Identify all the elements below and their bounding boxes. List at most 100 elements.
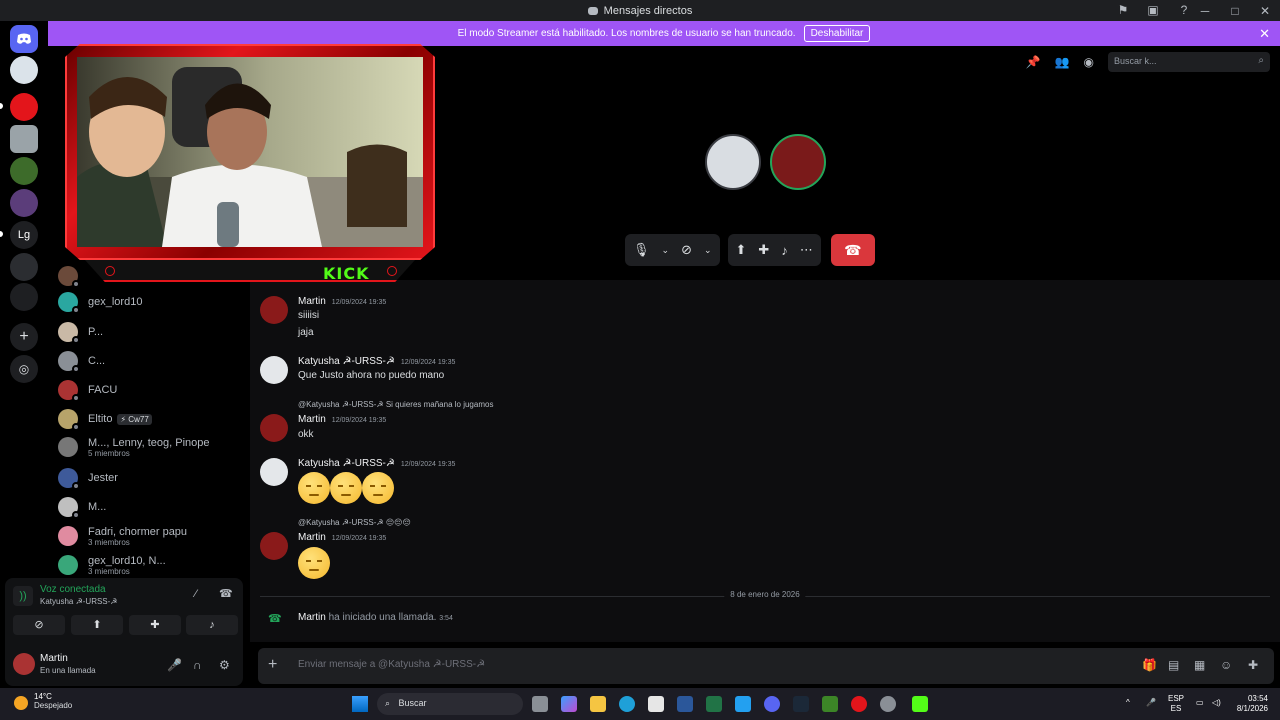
message-composer[interactable]: + Enviar mensaje a @Katyusha ☭-URSS-☭ 🎁 … (258, 648, 1274, 684)
add-server-icon[interactable]: + (10, 323, 38, 351)
language-indicator[interactable]: ESP ES (1168, 694, 1184, 714)
headphones-icon[interactable]: ∩ (193, 658, 202, 672)
search-input[interactable]: Buscar k... ⌕ (1108, 52, 1270, 72)
server-icon-green[interactable] (10, 157, 38, 185)
avatar[interactable] (260, 458, 288, 486)
inbox-icon[interactable]: ▣ (1146, 3, 1160, 17)
sticker-icon[interactable]: ▦ (1194, 658, 1205, 672)
soundboard-button[interactable]: ♪ (186, 615, 238, 635)
message-input[interactable]: Enviar mensaje a @Katyusha ☭-URSS-☭ (298, 659, 485, 670)
message-author[interactable]: Martin (298, 532, 326, 543)
noise-suppression-icon[interactable]: ⁄ (195, 588, 197, 600)
username[interactable]: Martin (40, 653, 68, 664)
microphone-tray-icon[interactable]: 🎤 (1146, 698, 1156, 708)
activities-icon[interactable]: ✚ (758, 242, 769, 258)
chevron-down-icon[interactable]: ⌄ (704, 245, 712, 256)
vscode-icon[interactable] (735, 696, 751, 712)
discord-home-icon[interactable] (10, 25, 38, 53)
discover-icon[interactable]: ◎ (10, 355, 38, 383)
server-icon-globe[interactable] (10, 253, 38, 281)
avatar[interactable] (260, 532, 288, 560)
settings-icon[interactable] (880, 696, 896, 712)
clock[interactable]: 03:54 8/1/2026 (1232, 694, 1268, 714)
volume-icon[interactable]: ◁) (1212, 698, 1221, 708)
emoji-icon[interactable]: ☺ (1220, 658, 1232, 672)
add-friends-icon[interactable]: 👥 (1055, 55, 1070, 69)
minimize-button[interactable]: ─ (1190, 4, 1220, 18)
avatar[interactable] (260, 414, 288, 442)
file-explorer-icon[interactable] (590, 696, 606, 712)
dm-item[interactable]: C... (58, 347, 248, 375)
dm-item[interactable]: gex_lord10, N... 3 miembros (58, 551, 248, 579)
message-author[interactable]: Martin (298, 414, 326, 425)
dm-item[interactable]: FACU (58, 376, 248, 404)
server-icon-lg[interactable]: Lg (10, 221, 38, 249)
message-author[interactable]: Katyusha ☭-URSS-☭ (298, 458, 395, 469)
close-window-button[interactable]: ✕ (1250, 4, 1280, 18)
avatar[interactable] (260, 296, 288, 324)
microphone-icon[interactable]: 🎤 (167, 658, 182, 672)
pensive-emoji-icon[interactable] (298, 472, 330, 504)
more-icon[interactable]: ⋯ (800, 242, 813, 258)
activities-button[interactable]: ✚ (129, 615, 181, 635)
dm-item[interactable]: M... (58, 493, 248, 521)
settings-gear-icon[interactable]: ⚙ (219, 658, 230, 672)
weather-widget[interactable]: 14°C Despejado (34, 692, 72, 710)
discord-taskbar-icon[interactable] (764, 696, 780, 712)
server-avatar-cat[interactable] (10, 56, 38, 84)
avatar[interactable] (260, 356, 288, 384)
reply-preview[interactable]: @Katyusha ☭-URSS-☭ Si quieres mañana lo … (298, 400, 493, 409)
store-icon[interactable] (648, 696, 664, 712)
server-icon-purple[interactable] (10, 189, 38, 217)
pensive-emoji-icon[interactable] (362, 472, 394, 504)
pin-icon[interactable]: 📌 (1026, 55, 1041, 69)
server-icon-earth[interactable] (10, 283, 38, 311)
apps-icon[interactable]: ✚ (1248, 658, 1258, 672)
task-view-icon[interactable] (532, 696, 548, 712)
pleading-face-emoji-icon[interactable] (298, 547, 330, 579)
message-author[interactable]: Martin (298, 296, 326, 307)
chevron-down-icon[interactable]: ⌄ (662, 245, 670, 256)
call-participant-avatar[interactable] (705, 134, 761, 190)
end-call-button[interactable]: ☎ (830, 234, 875, 266)
message-author[interactable]: Katyusha ☭-URSS-☭ (298, 356, 395, 367)
word-icon[interactable] (677, 696, 693, 712)
maximize-button[interactable]: □ (1220, 4, 1250, 18)
dm-item[interactable]: Jester (58, 464, 248, 492)
screenshare-icon[interactable]: ⬆ (736, 242, 747, 258)
kick-app-icon[interactable] (912, 696, 928, 712)
reply-preview[interactable]: @Katyusha ☭-URSS-☭ 😔😔😔 (298, 518, 411, 527)
edge-icon[interactable] (619, 696, 635, 712)
taskbar-search[interactable]: ⌕ Buscar (377, 693, 523, 715)
microphone-icon[interactable]: 🎙 (633, 242, 650, 258)
camera-off-icon[interactable]: ⊘ (681, 242, 692, 258)
disable-streamer-button[interactable]: Deshabilitar (803, 25, 871, 42)
help-icon[interactable]: ? (1177, 3, 1191, 17)
soundboard-icon[interactable]: ♪ (781, 243, 788, 258)
dm-item[interactable]: Eltito ⚡ Cw77 (58, 405, 248, 433)
windows-start-icon[interactable] (352, 696, 368, 712)
inbox-flag-icon[interactable]: ⚑ (1116, 3, 1130, 17)
opera-icon[interactable] (851, 696, 867, 712)
gif-icon[interactable]: ▤ (1168, 658, 1179, 672)
network-icon[interactable]: ▭ (1196, 698, 1204, 708)
dm-item[interactable]: gex_lord10 (58, 288, 248, 316)
gift-icon[interactable]: 🎁 (1142, 658, 1157, 672)
server-icon-red[interactable] (10, 93, 38, 121)
disconnect-icon[interactable]: ☎ (219, 587, 233, 600)
screenshare-button[interactable]: ⬆ (71, 615, 123, 635)
dm-item[interactable]: P... (58, 318, 248, 346)
minecraft-icon[interactable] (822, 696, 838, 712)
dm-item[interactable]: Fadri, chormer papu 3 miembros (58, 522, 248, 550)
close-banner-icon[interactable]: ✕ (1259, 26, 1270, 42)
profile-icon[interactable]: ◉ (1084, 55, 1094, 69)
call-participant-avatar[interactable] (770, 134, 826, 190)
voice-connected[interactable]: Voz conectada Katyusha ☭-URSS-☭ (40, 584, 117, 606)
copilot-icon[interactable] (561, 696, 577, 712)
server-icon-photo[interactable] (10, 125, 38, 153)
avatar[interactable] (13, 653, 35, 675)
dm-item[interactable]: M..., Lenny, teog, Pinope 5 miembros (58, 433, 248, 461)
steam-icon[interactable] (793, 696, 809, 712)
pensive-emoji-icon[interactable] (330, 472, 362, 504)
excel-icon[interactable] (706, 696, 722, 712)
